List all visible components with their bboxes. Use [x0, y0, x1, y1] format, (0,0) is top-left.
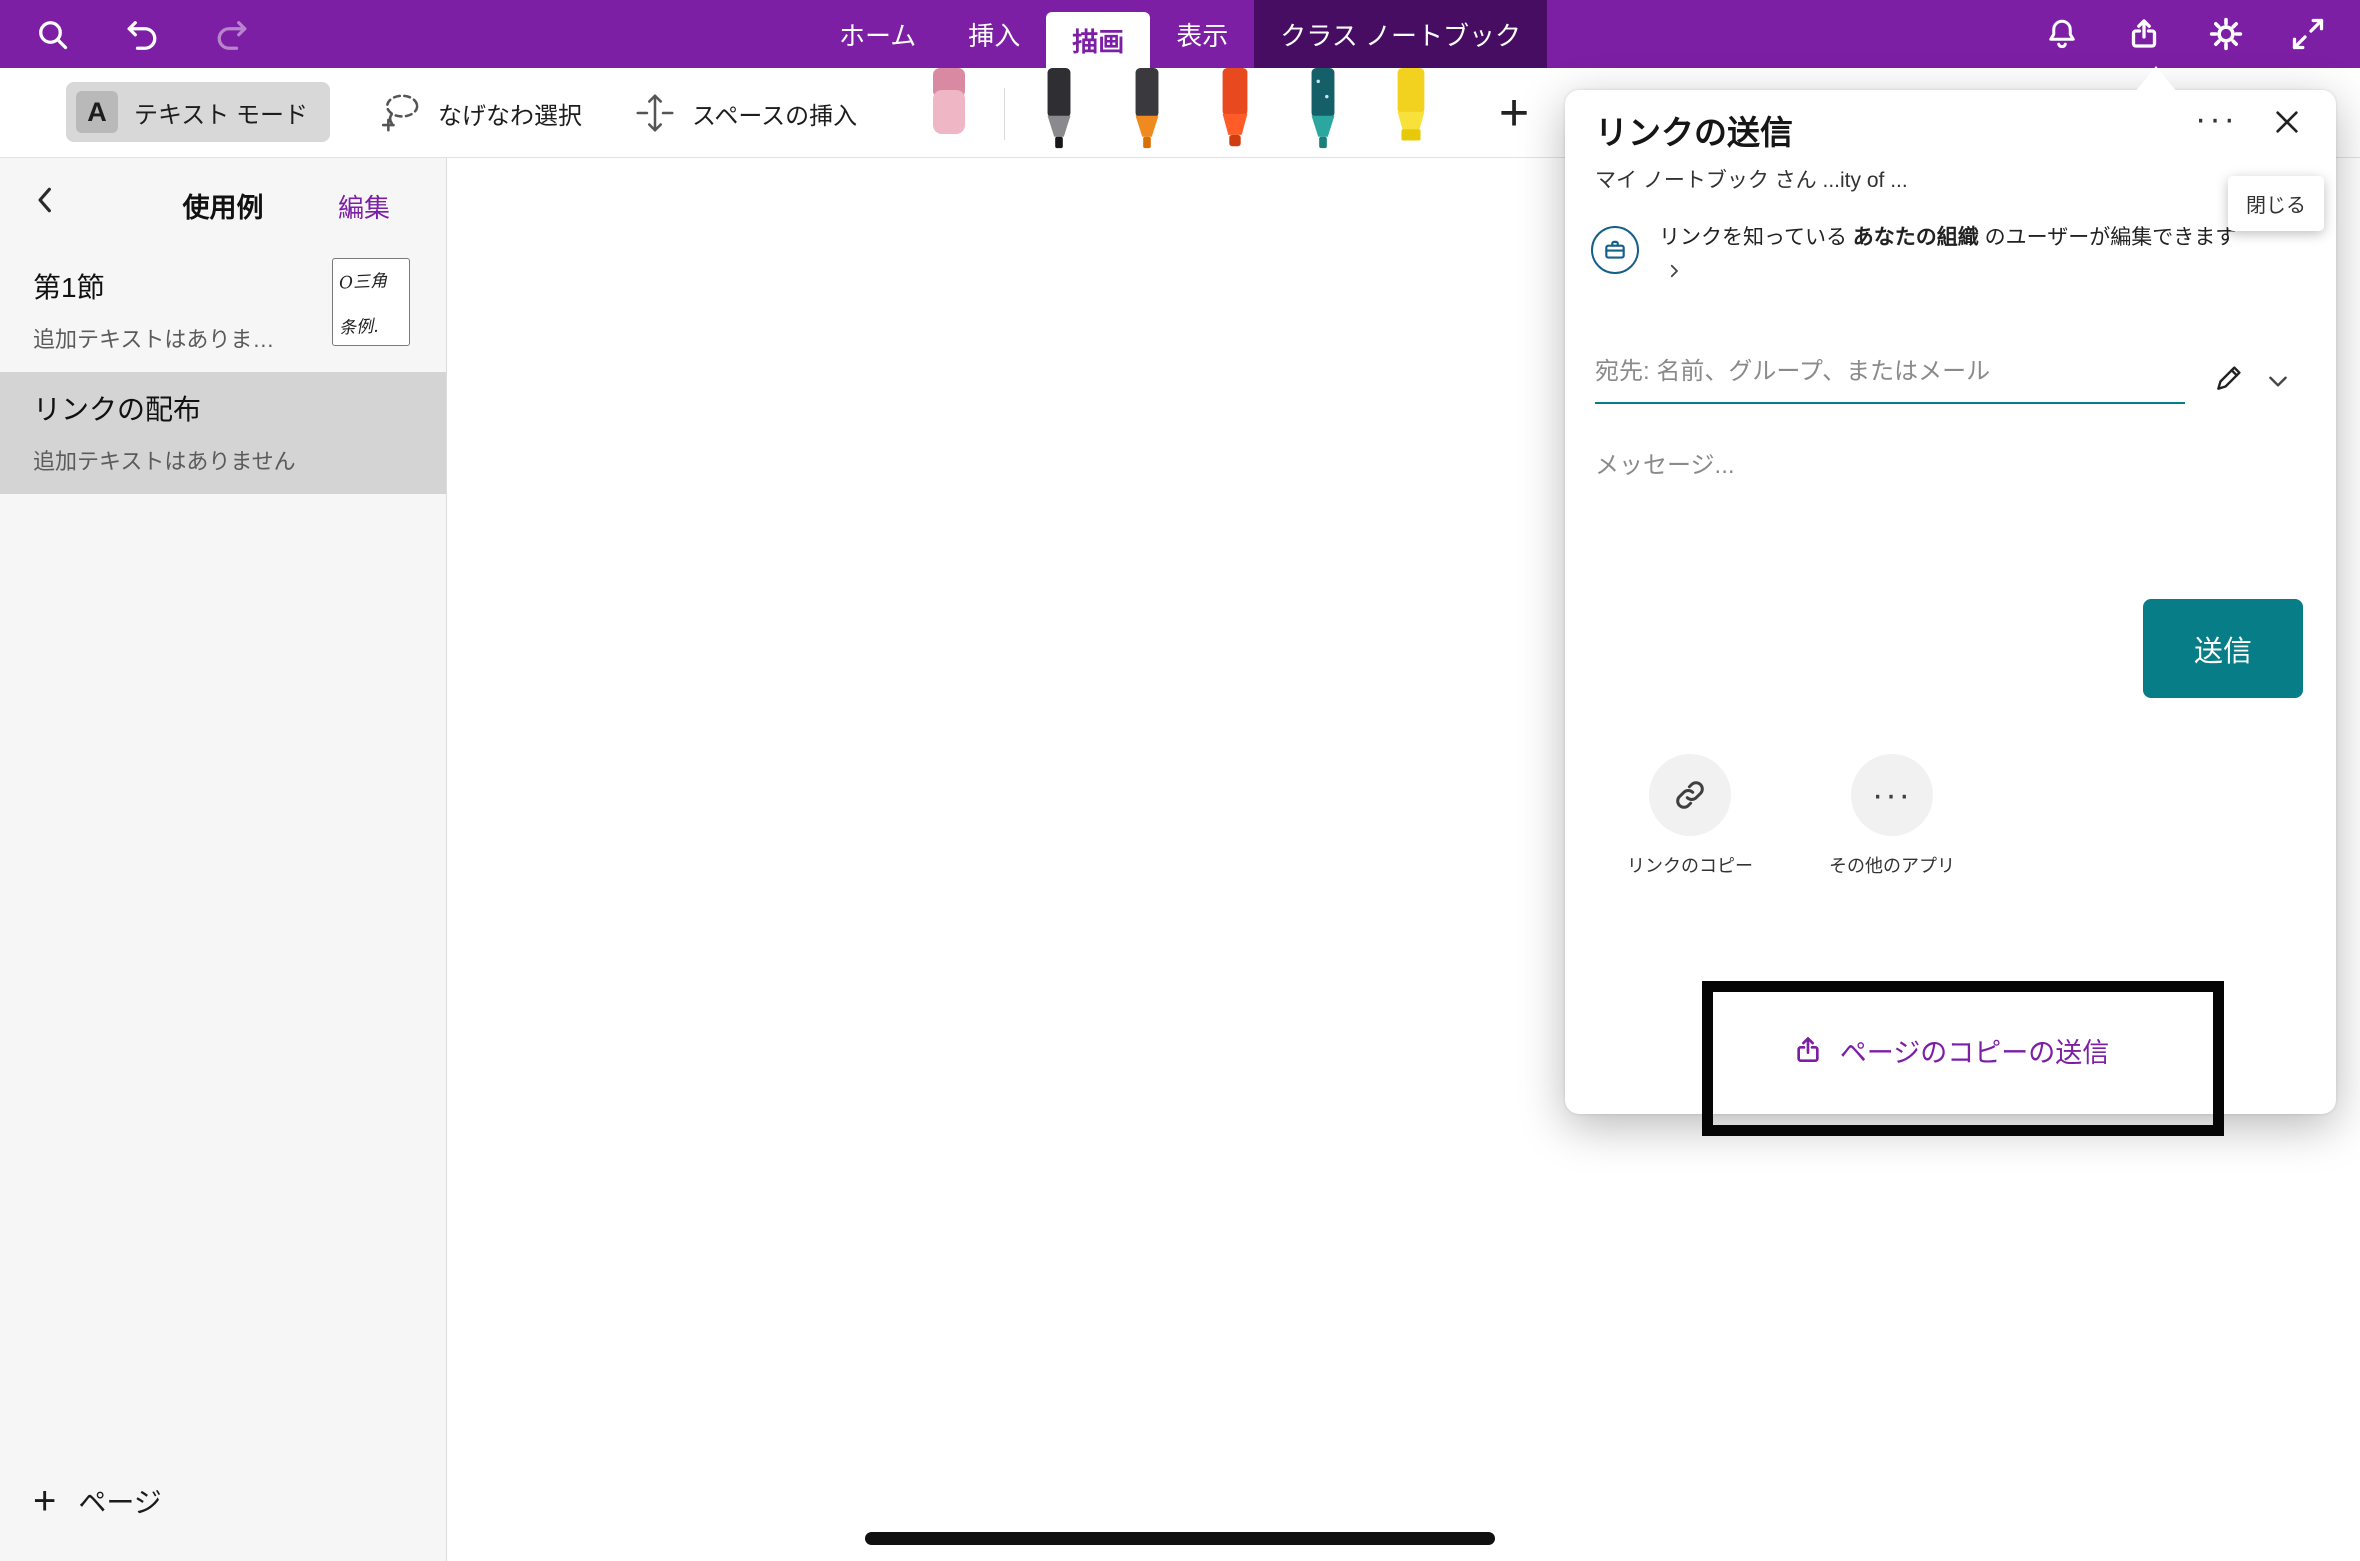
undo-icon[interactable]	[120, 12, 164, 56]
sidebar-header: 使用例 編集	[0, 158, 446, 250]
share-page-icon	[1792, 1034, 1824, 1066]
copy-link-action[interactable]: リンクのコピー	[1610, 754, 1770, 878]
other-apps-label: その他のアプリ	[1812, 852, 1972, 878]
settings-gear-icon[interactable]	[2204, 12, 2248, 56]
teal-galaxy-pen-tool[interactable]	[1296, 68, 1350, 152]
expand-icon[interactable]	[2286, 12, 2330, 56]
text-mode-button[interactable]: A テキスト モード	[66, 82, 330, 142]
copy-link-label: リンクのコピー	[1610, 852, 1770, 878]
permission-row[interactable]: リンクを知っている あなたの組織 のユーザーが編集できます	[1591, 222, 2301, 290]
page-title: リンクの配布	[33, 388, 446, 428]
tab-view[interactable]: 表示	[1150, 0, 1254, 68]
briefcase-icon	[1591, 226, 1639, 274]
close-icon[interactable]	[2271, 106, 2311, 146]
send-page-copy-button[interactable]: ページのコピーの送信	[1565, 1008, 2336, 1092]
other-apps-action[interactable]: ··· その他のアプリ	[1812, 754, 1972, 878]
tab-home[interactable]: ホーム	[813, 0, 942, 68]
topbar-left-group	[0, 12, 254, 56]
popup-title: リンクの送信	[1595, 106, 1793, 154]
black-pen-tool[interactable]	[1032, 68, 1086, 152]
ribbon-tabs: ホーム 挿入 描画 表示 クラス ノートブック	[813, 0, 1547, 68]
recipient-input[interactable]	[1595, 358, 2185, 386]
thumb-handwriting-line1: O三角	[338, 265, 403, 293]
add-page-label: ページ	[78, 1481, 161, 1521]
onenote-app: ホーム 挿入 描画 表示 クラス ノートブック A テキスト モード	[0, 0, 2360, 1561]
popup-caret	[2135, 66, 2177, 92]
tab-class-notebook[interactable]: クラス ノートブック	[1254, 0, 1547, 68]
page-item-2-selected[interactable]: リンクの配布 追加テキストはありません	[0, 372, 446, 494]
tab-draw[interactable]: 描画	[1046, 12, 1150, 68]
thumb-handwriting-line2: 条例.	[338, 310, 403, 338]
page-item-1[interactable]: 第1節 追加テキストはありま… O三角 条例.	[0, 250, 446, 372]
recipient-field	[1595, 358, 2185, 404]
text-mode-label: テキスト モード	[134, 95, 308, 130]
redo-icon[interactable]	[210, 12, 254, 56]
send-link-popup: リンクの送信 ··· マイ ノートブック さん ...ity of ... リン…	[1565, 90, 2336, 1114]
red-marker-tool[interactable]	[1208, 68, 1262, 152]
link-icon	[1649, 754, 1731, 836]
lasso-icon	[378, 90, 424, 136]
permission-org: あなたの組織	[1853, 226, 1979, 249]
pencil-icon[interactable]	[2213, 362, 2249, 398]
pen-tray	[1032, 68, 1438, 152]
search-icon[interactable]	[30, 12, 74, 56]
share-icon[interactable]	[2122, 12, 2166, 56]
chevron-down-icon[interactable]	[2265, 368, 2297, 400]
add-pen-button[interactable]: +	[1486, 78, 1542, 148]
permission-text: リンクを知っている あなたの組織 のユーザーが編集できます	[1659, 222, 2259, 290]
lasso-label: なげなわ選択	[438, 96, 582, 131]
page-subtitle: 追加テキストはありません	[33, 444, 446, 476]
ellipsis-glyph: ···	[1872, 776, 1912, 815]
more-options-icon[interactable]: ···	[2195, 100, 2238, 139]
more-apps-icon: ···	[1851, 754, 1933, 836]
add-page-button[interactable]: + ページ	[33, 1481, 162, 1521]
message-input[interactable]	[1595, 452, 2115, 480]
notebook-name-label: マイ ノートブック さん ...ity of ...	[1595, 164, 1908, 194]
send-button[interactable]: 送信	[2143, 599, 2303, 698]
message-field	[1595, 452, 2115, 480]
top-app-bar: ホーム 挿入 描画 表示 クラス ノートブック	[0, 0, 2360, 68]
page-thumbnail: O三角 条例.	[332, 258, 410, 346]
topbar-right-group	[2040, 12, 2360, 56]
close-tooltip: 閉じる	[2228, 176, 2324, 231]
edit-button[interactable]: 編集	[338, 188, 390, 225]
page-list-sidebar: 使用例 編集 第1節 追加テキストはありま… O三角 条例. リンクの配布 追加…	[0, 158, 447, 1561]
text-mode-a-icon: A	[76, 91, 118, 133]
plus-icon: +	[33, 1487, 56, 1515]
permission-pre: リンクを知っている	[1659, 226, 1853, 249]
chevron-right-icon	[1665, 258, 1683, 291]
notifications-bell-icon[interactable]	[2040, 12, 2084, 56]
eraser-tool[interactable]	[922, 68, 976, 141]
toolbar-divider	[1004, 88, 1005, 140]
yellow-highlighter-tool[interactable]	[1384, 68, 1438, 152]
send-page-copy-label: ページのコピーの送信	[1840, 1031, 2109, 1070]
lasso-select-button[interactable]: なげなわ選択	[378, 68, 582, 158]
insert-space-label: スペースの挿入	[692, 96, 857, 131]
insert-space-button[interactable]: スペースの挿入	[632, 68, 857, 158]
insert-space-icon	[632, 90, 678, 136]
orange-pen-tool[interactable]	[1120, 68, 1174, 152]
tab-insert[interactable]: 挿入	[942, 0, 1046, 68]
permission-post: のユーザーが編集できます	[1979, 226, 2236, 249]
home-indicator[interactable]	[865, 1532, 1495, 1545]
